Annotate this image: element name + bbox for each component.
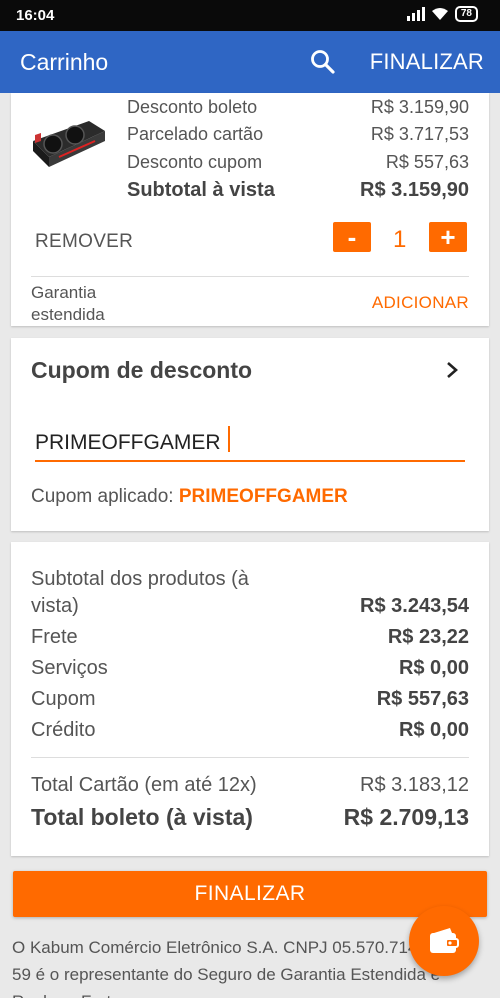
summary-label: Cupom [31, 688, 96, 710]
quantity-plus-button[interactable]: + [429, 222, 467, 252]
summary-label: Frete [31, 626, 78, 648]
summary-value: R$ 0,00 [398, 657, 469, 679]
summary-label: Crédito [31, 719, 96, 741]
summary-card: Subtotal dos produtos (à vista) R$ 3.243… [11, 542, 489, 856]
status-bar: 16:04 78 [0, 0, 500, 31]
status-time: 16:04 [16, 7, 55, 24]
adicionar-garantia-button[interactable]: ADICIONAR [372, 293, 469, 313]
subtotal-value: R$ 3.159,90 [360, 179, 469, 201]
wifi-icon [431, 8, 448, 20]
finalizar-button[interactable]: FINALIZAR [13, 871, 487, 917]
remover-button[interactable]: REMOVER [35, 231, 133, 253]
battery-icon: 78 [454, 6, 478, 22]
total-boleto-value: R$ 2.709,13 [343, 804, 469, 830]
price-row: Parcelado cartão R$ 3.717,53 [127, 121, 469, 149]
summary-label: Serviços [31, 657, 108, 679]
coupon-applied: Cupom aplicado: PRIMEOFFGAMER [31, 486, 348, 508]
subtotal-row: Subtotal à vista R$ 3.159,90 [127, 176, 469, 204]
coupon-input[interactable] [35, 426, 465, 462]
graphics-card-image [33, 121, 105, 167]
summary-row: Crédito R$ 0,00 [31, 717, 469, 745]
product-card: Desconto boleto R$ 3.159,90 Parcelado ca… [11, 93, 489, 326]
app-bar: Carrinho FINALIZAR [0, 31, 500, 93]
status-icons: 78 [406, 6, 478, 22]
total-cartao-value: R$ 3.183,12 [360, 774, 469, 796]
price-row: Desconto cupom R$ 557,63 [127, 149, 469, 177]
total-boleto-row: Total boleto (à vista) R$ 2.709,13 [31, 804, 469, 836]
text-caret [228, 426, 230, 452]
quantity-minus-button[interactable]: - [333, 222, 371, 252]
summary-row: Cupom R$ 557,63 [31, 686, 469, 714]
price-value: R$ 557,63 [385, 152, 469, 172]
page-title: Carrinho [20, 49, 109, 75]
summary-value: R$ 0,00 [398, 719, 469, 741]
subtotal-label: Subtotal à vista [127, 179, 275, 201]
coupon-title[interactable]: Cupom de desconto [31, 357, 252, 384]
garantia-label: Garantia estendida [31, 283, 105, 324]
divider [31, 757, 469, 758]
price-value: R$ 3.159,90 [370, 97, 469, 117]
quantity-value: 1 [393, 226, 407, 253]
search-icon[interactable] [308, 47, 338, 77]
total-boleto-label: Total boleto (à vista) [31, 804, 253, 830]
total-cartao-label: Total Cartão (em até 12x) [31, 774, 257, 796]
coupon-applied-code: PRIMEOFFGAMER [178, 486, 348, 507]
price-label: Desconto boleto [127, 97, 258, 117]
price-label: Parcelado cartão [127, 124, 264, 144]
summary-value: R$ 3.243,54 [360, 595, 469, 617]
total-cartao-row: Total Cartão (em até 12x) R$ 3.183,12 [31, 772, 469, 800]
signal-icon [406, 7, 425, 21]
summary-row: Frete R$ 23,22 [31, 624, 469, 652]
wallet-icon [430, 928, 459, 953]
summary-label: Subtotal dos produtos (à vista) [31, 566, 249, 620]
coupon-applied-label: Cupom aplicado: [31, 486, 174, 507]
price-label: Desconto cupom [127, 152, 263, 172]
finalizar-header-button[interactable]: FINALIZAR [370, 49, 484, 75]
price-row: Desconto boleto R$ 3.159,90 [127, 94, 469, 122]
divider [31, 276, 469, 277]
chevron-right-icon[interactable] [445, 360, 459, 380]
coupon-card: Cupom de desconto Cupom aplicado: PRIMEO… [11, 338, 489, 531]
summary-label-line: vista) [31, 595, 79, 617]
summary-row: Subtotal dos produtos (à vista) R$ 3.243… [31, 566, 469, 620]
summary-label-line: Subtotal dos produtos (à [31, 568, 249, 590]
price-value: R$ 3.717,53 [370, 124, 469, 144]
summary-value: R$ 557,63 [376, 688, 469, 710]
summary-row: Serviços R$ 0,00 [31, 655, 469, 683]
wallet-fab-button[interactable] [409, 906, 479, 976]
summary-value: R$ 23,22 [387, 626, 469, 648]
